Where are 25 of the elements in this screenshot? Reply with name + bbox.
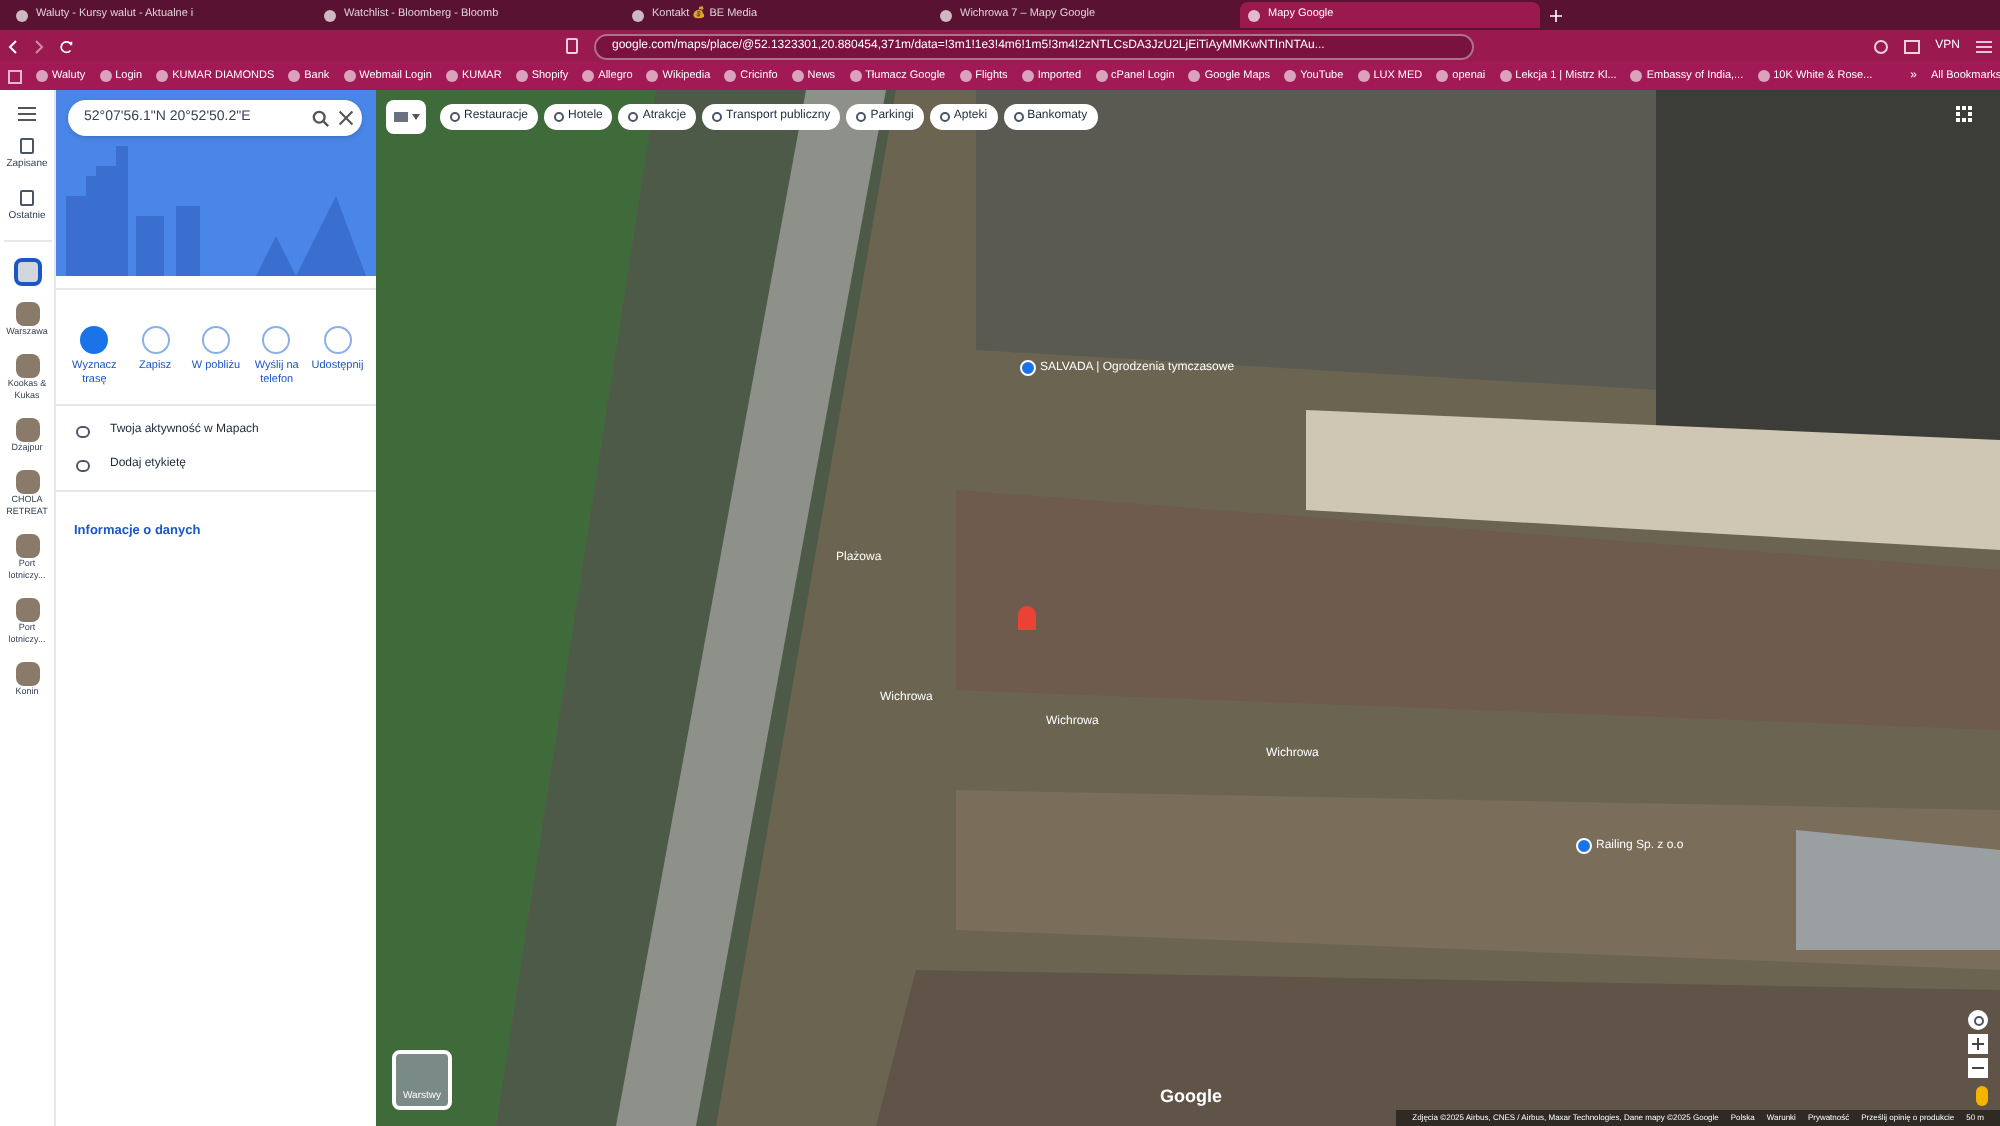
caret-icon — [411, 114, 419, 120]
location-pin-icon — [1018, 606, 1036, 630]
apps-grid-icon[interactable] — [1956, 106, 1972, 122]
zoom-in-button[interactable] — [1968, 1034, 1988, 1054]
zoom-out-button[interactable] — [1968, 1058, 1988, 1078]
pegman-icon[interactable] — [1976, 1086, 1988, 1106]
favicon-icon — [324, 9, 336, 21]
favicon-icon — [1248, 9, 1260, 21]
map-type-button[interactable] — [386, 100, 426, 134]
forward-icon[interactable] — [34, 39, 44, 53]
map-logo: Google — [1160, 1083, 1222, 1110]
satellite-map[interactable] — [376, 90, 2000, 1126]
favicon-icon — [940, 9, 952, 21]
minus-icon — [1972, 1062, 1984, 1074]
favicon-icon — [632, 9, 644, 21]
plus-icon — [1972, 1038, 1984, 1050]
menu-icon[interactable] — [18, 106, 36, 122]
sidebar-icon[interactable] — [1903, 39, 1920, 53]
back-icon[interactable] — [8, 39, 18, 53]
favicon-icon — [16, 9, 28, 21]
bookmark-icon[interactable] — [566, 38, 578, 54]
search-icon[interactable] — [312, 109, 330, 127]
reload-icon[interactable] — [60, 39, 74, 53]
new-tab-button[interactable] — [1548, 7, 1564, 23]
close-icon[interactable] — [338, 110, 354, 126]
